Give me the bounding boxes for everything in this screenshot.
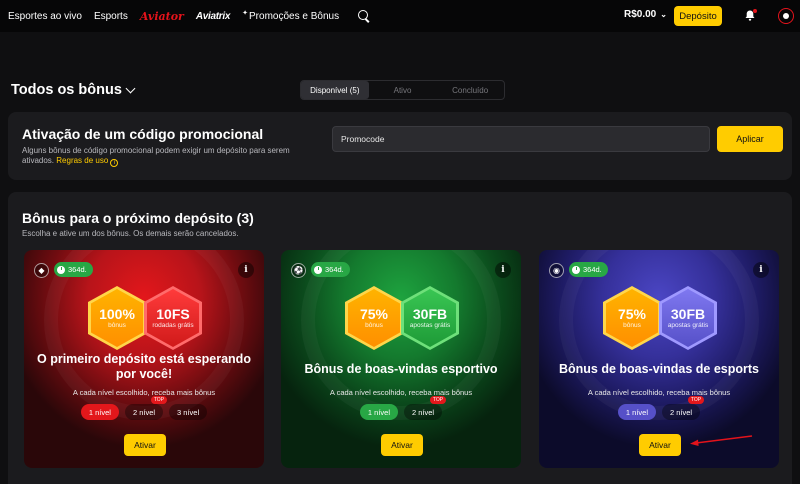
info-icon[interactable]: i <box>753 262 769 278</box>
free-bets-label: apostas grátis <box>667 322 709 329</box>
bonus-card-esports-welcome: ◉ 364d. i 75% bônus 30FB apostas grátis Bô… <box>539 250 779 468</box>
deposit-bonuses-title: Bônus para o próximo depósito (3) <box>22 210 254 226</box>
free-bets-badge: 30FB apostas grátis <box>401 286 459 350</box>
search-icon[interactable] <box>357 9 371 23</box>
top-badge: TOP <box>150 396 168 404</box>
level-selector: 1 nível 2 nível TOP <box>281 396 521 420</box>
bonus-percent-label: bônus <box>108 322 126 329</box>
bonus-hex-badges: 100% bônus 10FS rodadas grátis <box>24 286 264 350</box>
level-3-option[interactable]: 3 nível <box>169 404 208 420</box>
notification-dot <box>753 9 757 13</box>
user-icon <box>783 13 789 19</box>
level-2-label: 2 nível <box>412 407 435 417</box>
chevron-down-icon <box>125 83 136 93</box>
bonus-card-sports-welcome: ⚽ 364d. i 75% bônus 30FB apostas grátis Bô… <box>281 250 521 468</box>
activate-button[interactable]: Ativar <box>639 434 681 456</box>
promocode-input[interactable] <box>332 126 710 152</box>
deposit-bonuses-panel: Bônus para o próximo depósito (3) Escolh… <box>8 192 792 484</box>
apply-button[interactable]: Aplicar <box>717 126 783 152</box>
expiry-badge: 364d. <box>311 262 350 277</box>
bonus-card-title: Bônus de boas-vindas de esports <box>558 362 760 376</box>
info-icon[interactable]: i <box>110 159 119 167</box>
nav-aviator-logo[interactable]: Aviator <box>140 10 184 23</box>
bonus-percent-label: bônus <box>365 322 383 329</box>
nav-promotions-label: Promoções e Bônus <box>249 10 340 22</box>
user-avatar[interactable] <box>778 8 794 24</box>
top-badge: TOP <box>687 396 705 404</box>
tab-available[interactable]: Disponível (5) <box>301 81 369 99</box>
deposit-button[interactable]: Depósito <box>674 6 722 26</box>
level-1-option[interactable]: 1 nível <box>617 404 656 420</box>
bonus-percent-value: 75% <box>359 306 389 322</box>
balance-display[interactable]: R$0.00 ⌄ <box>624 9 667 20</box>
expiry-text: 364d. <box>325 265 344 274</box>
bonus-percent-value: 100% <box>99 306 135 322</box>
level-2-label: 2 nível <box>132 407 156 417</box>
bonus-card-description: A cada nível escolhido, receba mais bônu… <box>329 388 473 397</box>
tab-active[interactable]: Ativo <box>369 81 437 99</box>
level-1-option[interactable]: 1 nível <box>80 404 119 420</box>
bonus-tabs: Disponível (5) Ativo Concluído <box>300 80 505 100</box>
deposit-bonuses-subtitle: Escolha e ative um dos bônus. Os demais … <box>22 229 239 238</box>
clock-icon <box>572 265 580 274</box>
nav-esports[interactable]: Esports <box>94 11 128 22</box>
bonus-hex-badges: 75% bônus 30FB apostas grátis <box>281 286 521 350</box>
level-2-option[interactable]: 2 nível TOP <box>662 396 705 420</box>
free-bets-value: 30FB <box>412 306 448 322</box>
free-spins-value: 10FS <box>156 306 190 322</box>
level-2-label: 2 nível <box>670 407 693 417</box>
clock-icon <box>314 265 322 274</box>
level-2-option[interactable]: 2 nível TOP <box>124 396 168 420</box>
bonus-percent-value: 75% <box>617 306 647 322</box>
nav-promotions[interactable]: ✦ Promoções e Bônus <box>242 10 340 22</box>
bonus-card-description: A cada nível escolhido, receba mais bônu… <box>587 388 731 397</box>
tab-completed[interactable]: Concluído <box>436 81 504 99</box>
free-bets-value: 30FB <box>670 306 706 322</box>
gamepad-icon: ◉ <box>549 263 564 278</box>
bonus-card-first-deposit: ◆ 364d. i 100% bônus 10FS rodadas grátis O… <box>24 250 264 468</box>
diamond-icon: ◆ <box>34 263 49 278</box>
free-spins-badge: 10FS rodadas grátis <box>144 286 202 350</box>
bonus-percent-badge: 75% bônus <box>345 286 403 350</box>
expiry-text: 364d. <box>583 265 602 274</box>
page-title[interactable]: Todos os bônus <box>11 82 136 98</box>
football-icon: ⚽ <box>291 263 306 278</box>
info-icon[interactable]: i <box>495 262 511 278</box>
activate-button[interactable]: Ativar <box>124 434 166 456</box>
free-spins-label: rodadas grátis <box>152 322 194 329</box>
chevron-down-icon: ⌄ <box>660 10 667 19</box>
clock-icon <box>57 265 65 274</box>
bonus-card-title: Bônus de boas-vindas esportivo <box>304 362 498 376</box>
free-bets-badge: 30FB apostas grátis <box>659 286 717 350</box>
bonus-percent-label: bônus <box>623 322 641 329</box>
level-2-option[interactable]: 2 nível TOP <box>404 396 447 420</box>
nav-aviatrix-logo[interactable]: Aviatrix <box>196 11 231 22</box>
promocode-description: Alguns bônus de código promocional podem… <box>22 146 322 167</box>
balance-value: R$0.00 <box>624 9 657 20</box>
promocode-title: Ativação de um código promocional <box>22 126 264 142</box>
rules-link[interactable]: Regras de uso <box>56 156 108 165</box>
nav-live-sports[interactable]: Esportes ao vivo <box>8 11 82 22</box>
activate-button[interactable]: Ativar <box>381 434 423 456</box>
page-title-text: Todos os bônus <box>11 82 122 98</box>
free-bets-label: apostas grátis <box>409 322 451 329</box>
expiry-badge: 364d. <box>569 262 608 277</box>
level-selector: 1 nível 2 nível TOP <box>539 396 779 420</box>
bonus-percent-badge: 75% bônus <box>603 286 661 350</box>
top-badge: TOP <box>429 396 447 404</box>
bonus-percent-badge: 100% bônus <box>88 286 146 350</box>
level-selector: 1 nível 2 nível TOP 3 nível <box>24 396 264 420</box>
bonus-hex-badges: 75% bônus 30FB apostas grátis <box>539 286 779 350</box>
expiry-text: 364d. <box>68 265 87 274</box>
star-icon: ✦ <box>242 10 249 17</box>
level-1-option[interactable]: 1 nível <box>359 404 398 420</box>
expiry-badge: 364d. <box>54 262 93 277</box>
bonus-card-title: O primeiro depósito está esperando por v… <box>37 352 251 381</box>
promocode-card: Ativação de um código promocional Alguns… <box>8 112 792 180</box>
bonus-card-description: A cada nível escolhido, receba mais bônu… <box>72 388 216 397</box>
info-icon[interactable]: i <box>238 262 254 278</box>
